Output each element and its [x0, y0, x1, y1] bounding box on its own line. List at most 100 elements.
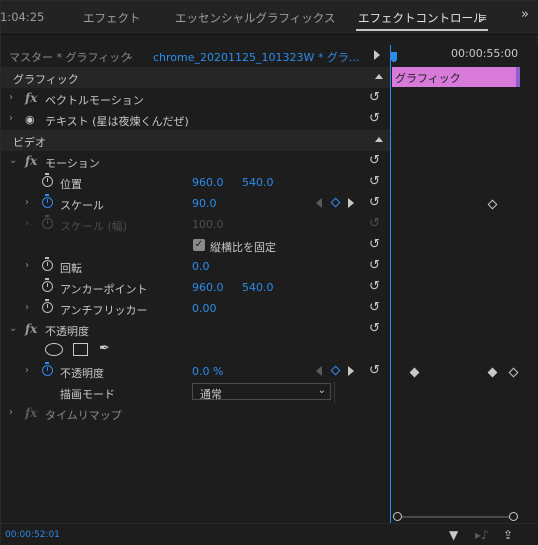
reset-icon[interactable]: ↺: [369, 111, 380, 126]
master-clip-label[interactable]: マスター * グラフィック: [9, 49, 131, 65]
chevron-right-icon[interactable]: ›: [25, 260, 29, 271]
chevron-right-icon[interactable]: ›: [9, 407, 13, 418]
chevron-right-icon[interactable]: ›: [9, 92, 13, 103]
export-icon[interactable]: ⇪: [503, 528, 513, 542]
timecode-tab[interactable]: 1:04:25: [0, 10, 44, 24]
audio-icon[interactable]: ▸♪: [475, 528, 489, 542]
effect-row-opacity[interactable]: ⌄ fx 不透明度 ↺: [1, 319, 390, 340]
keyframe-marker[interactable]: [409, 367, 420, 378]
chevron-right-icon[interactable]: ›: [9, 113, 13, 124]
ellipse-mask-icon[interactable]: [45, 343, 63, 356]
graphic-clip-bar[interactable]: グラフィック: [392, 67, 520, 87]
effect-controls-panel: 1:04:25 エフェクト エッセンシャルグラフィックス エフェクトコントロール…: [0, 0, 538, 545]
property-label: アンカーポイント: [60, 283, 148, 296]
playhead-handle[interactable]: [391, 52, 397, 62]
reset-icon[interactable]: ↺: [369, 321, 380, 336]
property-label: スケール: [60, 199, 104, 212]
stopwatch-icon[interactable]: [42, 257, 53, 271]
current-timecode[interactable]: 00:00:52:01: [5, 530, 60, 540]
blend-mode-select[interactable]: 通常 ⌄: [192, 383, 331, 401]
section-video[interactable]: ビデオ: [1, 130, 390, 151]
chevron-down-icon[interactable]: ⌄: [9, 155, 17, 166]
pen-mask-icon[interactable]: ✒: [99, 341, 110, 356]
scrollbar-track[interactable]: [397, 516, 513, 518]
property-label: 回転: [60, 262, 82, 275]
value-scale-width: 100.0: [192, 218, 224, 231]
reset-icon[interactable]: ↺: [369, 153, 380, 168]
stopwatch-icon[interactable]: [42, 194, 53, 208]
effect-row-motion[interactable]: ⌄ fx モーション ↺: [1, 151, 390, 172]
tab-effect-controls[interactable]: エフェクトコントロール: [358, 10, 485, 26]
clip-label: グラフィック: [395, 72, 461, 85]
value-antiflicker[interactable]: 0.00: [192, 302, 217, 315]
reset-icon[interactable]: ↺: [369, 237, 380, 252]
rectangle-mask-icon[interactable]: [73, 343, 88, 356]
section-graphic[interactable]: グラフィック: [1, 67, 390, 88]
reset-icon[interactable]: ↺: [369, 195, 380, 210]
effect-row-time-remap[interactable]: › fx タイムリマップ: [1, 403, 390, 424]
reset-icon[interactable]: ↺: [369, 258, 380, 273]
checkbox-label: 縦横比を固定: [210, 241, 276, 254]
panel-menu-icon[interactable]: ≡: [478, 11, 487, 24]
previous-keyframe-icon[interactable]: [316, 366, 322, 376]
chevron-right-icon[interactable]: ›: [25, 218, 29, 229]
value-x[interactable]: 960.0: [192, 281, 224, 294]
property-label: スケール (幅): [60, 220, 128, 233]
value-y[interactable]: 540.0: [242, 281, 274, 294]
chevron-down-icon[interactable]: ⌄: [125, 49, 134, 62]
chevron-right-icon[interactable]: ›: [25, 365, 29, 376]
effect-row-text-layer[interactable]: › ◉ テキスト (星は夜煉くんだぜ) ↺: [1, 109, 390, 130]
scrollbar-end-handle[interactable]: [509, 512, 518, 521]
uniform-scale-checkbox[interactable]: ✓: [193, 239, 205, 251]
clip-header: マスター * グラフィック ⌄ chrome_20201125_101323W …: [1, 45, 391, 67]
stopwatch-icon[interactable]: [42, 173, 53, 187]
property-row-scale-width: › スケール (幅) 100.0 ↺: [1, 214, 390, 235]
keyframe-marker[interactable]: [508, 367, 519, 378]
eye-icon[interactable]: ◉: [25, 113, 35, 126]
reset-icon[interactable]: ↺: [369, 90, 380, 105]
collapse-icon[interactable]: [375, 137, 383, 142]
stopwatch-icon[interactable]: [42, 299, 53, 313]
value-scale[interactable]: 90.0: [192, 197, 217, 210]
value-opacity[interactable]: 0.0 %: [192, 365, 223, 378]
stopwatch-icon[interactable]: [42, 278, 53, 292]
scrollbar-start-handle[interactable]: [393, 512, 402, 521]
add-keyframe-icon[interactable]: [330, 197, 341, 208]
fx-icon[interactable]: fx: [25, 322, 37, 336]
fx-icon[interactable]: fx: [25, 154, 37, 168]
fx-icon[interactable]: fx: [25, 406, 37, 420]
play-icon[interactable]: [374, 50, 380, 60]
tab-essential-graphics[interactable]: エッセンシャルグラフィックス: [175, 10, 335, 26]
previous-keyframe-icon[interactable]: [316, 198, 322, 208]
stopwatch-icon[interactable]: [42, 362, 53, 376]
next-keyframe-icon[interactable]: [348, 198, 354, 208]
tab-effects[interactable]: エフェクト: [83, 10, 141, 26]
clip-end-handle[interactable]: [516, 67, 520, 87]
next-keyframe-icon[interactable]: [348, 366, 354, 376]
stopwatch-icon: [42, 215, 53, 229]
keyframe-marker[interactable]: [487, 367, 498, 378]
clip-name[interactable]: chrome_20201125_101323W * グラ...: [153, 49, 359, 65]
keyframe-marker[interactable]: [487, 199, 498, 210]
reset-icon[interactable]: ↺: [369, 174, 380, 189]
chevron-down-icon: ⌄: [317, 385, 326, 396]
property-row-antiflicker: › アンチフリッカー 0.00 ↺: [1, 298, 390, 319]
chevron-right-icon[interactable]: ›: [25, 302, 29, 313]
effect-label: テキスト (星は夜煉くんだぜ): [45, 115, 189, 128]
property-label: 描画モード: [60, 388, 115, 401]
reset-icon[interactable]: ↺: [369, 363, 380, 378]
timeline-zoom-scrollbar[interactable]: [391, 512, 519, 521]
collapse-icon[interactable]: [375, 74, 383, 79]
fx-icon[interactable]: fx: [25, 91, 37, 105]
add-keyframe-icon[interactable]: [330, 365, 341, 376]
effect-row-vector-motion[interactable]: › fx ベクトルモーション ↺: [1, 88, 390, 109]
reset-icon[interactable]: ↺: [369, 279, 380, 294]
chevron-right-icon[interactable]: ›: [25, 197, 29, 208]
value-y[interactable]: 540.0: [242, 176, 274, 189]
chevron-down-icon[interactable]: ⌄: [9, 323, 17, 334]
reset-icon[interactable]: ↺: [369, 300, 380, 315]
overflow-icon[interactable]: »: [521, 7, 529, 22]
value-x[interactable]: 960.0: [192, 176, 224, 189]
value-rotation[interactable]: 0.0: [192, 260, 210, 273]
filter-icon[interactable]: ▼: [449, 528, 458, 542]
